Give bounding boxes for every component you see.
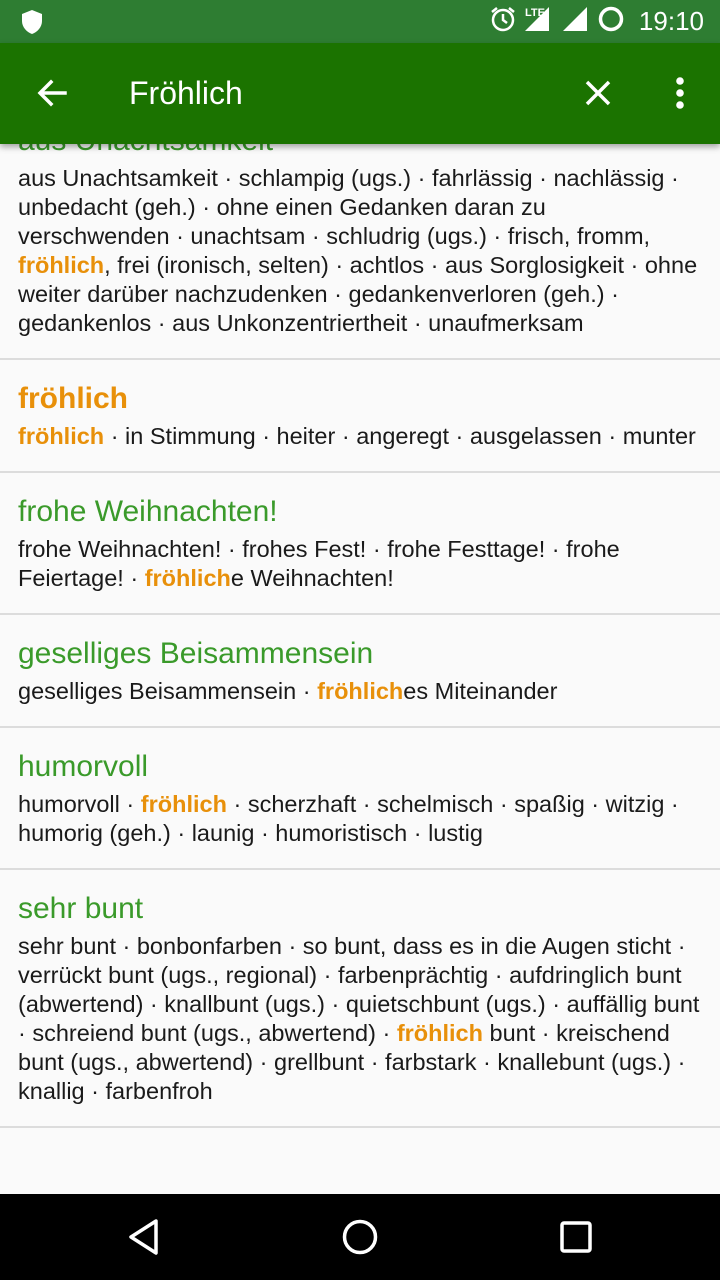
entry-title: fröhlich [18, 382, 128, 415]
alarm-icon [489, 5, 517, 38]
lte-label: LTE [524, 6, 545, 19]
navigation-bar [0, 1194, 720, 1280]
entry-text-part: geselliges Beisammensein · [18, 678, 318, 704]
signal-icon [561, 5, 589, 38]
shield-icon [20, 9, 44, 40]
more-vert-icon[interactable] [660, 71, 700, 115]
entry-text: aus Unachtsamkeit · schlampig (ugs.) · f… [18, 164, 702, 338]
entry-text-part: es Miteinander [403, 678, 558, 704]
entry-text-highlight: fröhlich [144, 565, 231, 591]
status-bar: LTE 19:10 [0, 0, 720, 43]
status-time: 19:10 [638, 6, 704, 36]
search-query[interactable]: Fröhlich [129, 73, 243, 113]
entry-text-highlight: fröhlich [317, 678, 404, 704]
entry-text-part: , frei (ironisch, selten) · achtlos · au… [18, 252, 698, 336]
entry-text-highlight: fröhlich [18, 252, 105, 278]
entry-text-part: humorvoll · [18, 791, 141, 817]
back-triangle-icon[interactable] [120, 1213, 168, 1261]
status-icons: LTE 19:10 [489, 0, 704, 43]
entry-title: geselliges Beisammensein [18, 637, 374, 670]
entry-text: sehr bunt · bonbonfarben · so bunt, dass… [18, 932, 702, 1106]
list-item[interactable]: fröhlich fröhlich · in Stimmung · heiter… [0, 360, 720, 473]
list-item[interactable]: humorvoll humorvoll · fröhlich · scherzh… [0, 728, 720, 870]
sync-icon [597, 5, 625, 38]
entry-text: humorvoll · fröhlich · scherzhaft · sche… [18, 790, 702, 848]
recents-square-icon[interactable] [552, 1213, 600, 1261]
entry-text-highlight: fröhlich [18, 423, 105, 449]
list-item[interactable] [0, 1128, 720, 1168]
entry-text: fröhlich · in Stimmung · heiter · angere… [18, 422, 702, 451]
entry-title: frohe Weihnachten! [18, 495, 278, 528]
entry-title: humorvoll [18, 750, 149, 783]
home-circle-icon[interactable] [336, 1213, 384, 1261]
entry-text-highlight: fröhlich [396, 1020, 483, 1046]
app-toolbar: Fröhlich [0, 43, 720, 144]
entry-text: frohe Weihnachten! · frohes Fest! · froh… [18, 535, 702, 593]
back-arrow-icon[interactable] [30, 71, 74, 115]
entry-text-part: · in Stimmung · heiter · angeregt · ausg… [104, 423, 696, 449]
entry-text: geselliges Beisammensein · fröhliches Mi… [18, 677, 702, 706]
list-item[interactable]: aus Unachtsamkeit aus Unachtsamkeit · sc… [0, 144, 720, 360]
entry-title: sehr bunt [18, 892, 144, 925]
close-icon[interactable] [576, 71, 620, 115]
results-list[interactable]: aus Unachtsamkeit aus Unachtsamkeit · sc… [0, 144, 720, 1194]
entry-text-part: aus Unachtsamkeit · schlampig (ugs.) · f… [18, 165, 679, 249]
entry-title: aus Unachtsamkeit [18, 144, 702, 160]
entry-text-highlight: fröhlich [140, 791, 227, 817]
results-scroll[interactable]: aus Unachtsamkeit aus Unachtsamkeit · sc… [0, 144, 720, 1168]
entry-text-part: e Weihnachten! [230, 565, 394, 591]
list-item[interactable]: geselliges Beisammensein geselliges Beis… [0, 615, 720, 728]
list-item[interactable]: sehr bunt sehr bunt · bonbonfarben · so … [0, 870, 720, 1128]
list-item[interactable]: frohe Weihnachten! frohe Weihnachten! · … [0, 473, 720, 615]
